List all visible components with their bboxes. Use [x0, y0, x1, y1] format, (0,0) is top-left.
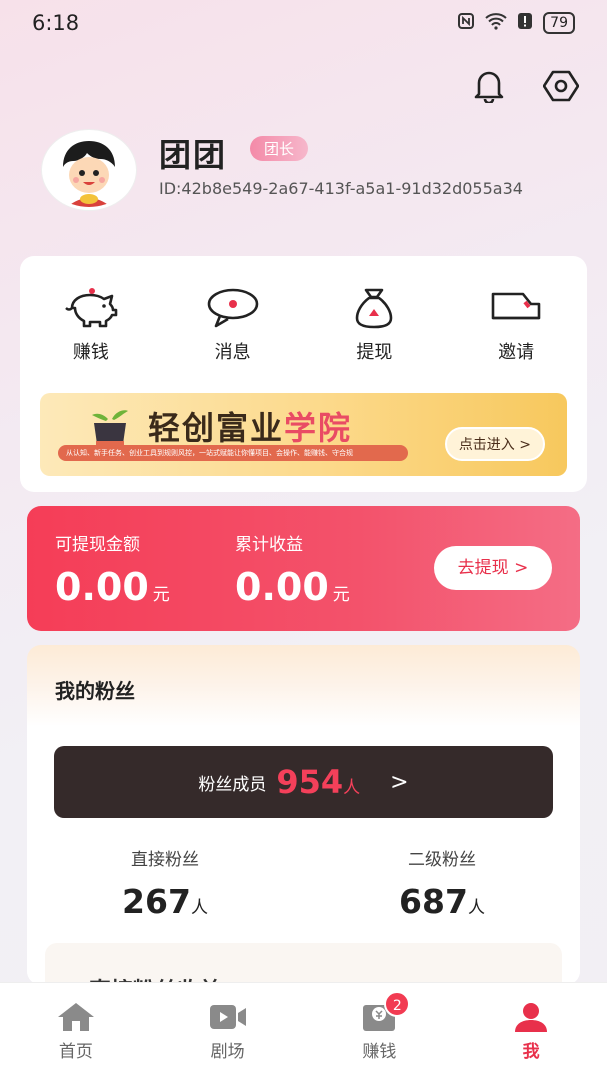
withdrawable-unit: 元: [152, 585, 170, 605]
direct-fans-earnings-card[interactable]: 直接粉丝收益: [45, 943, 562, 985]
direct-fans-unit: 人: [190, 898, 208, 918]
second-fans-value: 687: [399, 882, 468, 921]
fans-content: 粉丝成员 954人 > 直接粉丝 267人 二级粉丝 687人 直接粉丝收益: [27, 725, 580, 985]
status-time: 6:18: [32, 11, 80, 35]
second-fans-unit: 人: [467, 898, 485, 918]
home-icon: [21, 1001, 131, 1033]
members-label: 粉丝成员: [198, 774, 267, 795]
banner-title: 轻创富业学院: [148, 403, 352, 449]
menu-item-withdraw[interactable]: 提现: [319, 286, 429, 364]
bell-icon[interactable]: [471, 68, 507, 104]
status-icons: 79: [457, 12, 575, 34]
bottom-tab-bar: 首页 剧场 2 赚钱 我: [0, 982, 607, 1080]
members-count: 954: [276, 763, 344, 801]
quick-menu-card: 赚钱 消息 提现 邀请 轻创富业学院 从认知、新手任务、创业工具到规则风控，一站…: [20, 256, 587, 492]
menu-item-messages[interactable]: 消息: [178, 286, 288, 364]
earnings-card: 可提现金额 0.00 元 累计收益 0.00 元 去提现 >: [27, 506, 580, 631]
withdrawable-label: 可提现金额: [55, 535, 140, 555]
direct-fans-stat[interactable]: 直接粉丝 267人: [65, 845, 265, 921]
fans-title: 我的粉丝: [55, 679, 135, 703]
second-fans-stat[interactable]: 二级粉丝 687人: [342, 845, 542, 921]
cumulative-block: 累计收益 0.00 元: [235, 530, 350, 609]
username: 团团: [159, 136, 228, 174]
menu-item-invite-label: 邀请: [498, 342, 535, 363]
quick-menu-row: 赚钱 消息 提现 邀请: [20, 256, 587, 364]
menu-item-earn[interactable]: 赚钱: [36, 286, 146, 364]
tab-home-label: 首页: [58, 1042, 93, 1062]
banner-title-main: 轻创富业: [148, 409, 285, 447]
settings-icon[interactable]: [543, 68, 579, 104]
banner-subtitle: 从认知、新手任务、创业工具到规则风控，一站式赋能让你懂项目、会操作、能赚钱、守合…: [58, 445, 408, 461]
alert-icon: [517, 12, 533, 34]
cumulative-unit: 元: [332, 585, 350, 605]
message-icon: [178, 286, 288, 330]
second-fans-label: 二级粉丝: [408, 850, 476, 870]
tab-theater[interactable]: 剧场: [173, 1001, 283, 1080]
chevron-right-icon: >: [390, 769, 409, 795]
withdrawable-block: 可提现金额 0.00 元: [55, 530, 170, 609]
academy-banner[interactable]: 轻创富业学院 从认知、新手任务、创业工具到规则风控，一站式赋能让你懂项目、会操作…: [40, 393, 567, 476]
menu-item-withdraw-label: 提现: [356, 342, 393, 363]
withdraw-button[interactable]: 去提现 >: [434, 546, 552, 590]
menu-item-earn-label: 赚钱: [72, 342, 109, 363]
user-id: ID:42b8e549-2a67-413f-a5a1-91d32d055a34: [159, 179, 523, 198]
envelope-yuan-icon: [324, 1001, 434, 1033]
banner-title-accent: 学院: [284, 409, 353, 447]
direct-fans-value: 267: [122, 882, 191, 921]
tab-earn-label: 赚钱: [362, 1042, 397, 1062]
avatar[interactable]: [42, 130, 136, 210]
cumulative-label: 累计收益: [235, 535, 303, 555]
menu-item-invite[interactable]: 邀请: [461, 286, 571, 364]
battery-indicator: 79: [543, 12, 575, 34]
piggy-bank-icon: [36, 286, 146, 330]
tab-home[interactable]: 首页: [21, 1001, 131, 1080]
status-bar: 6:18 79: [0, 0, 607, 46]
video-icon: [173, 1001, 283, 1033]
person-icon: [476, 1001, 586, 1033]
menu-item-messages-label: 消息: [214, 342, 251, 363]
members-unit: 人: [343, 778, 361, 798]
tab-theater-label: 剧场: [210, 1042, 245, 1062]
tab-me-label: 我: [522, 1042, 540, 1062]
nfc-icon: [457, 12, 475, 34]
role-badge: 团长: [250, 136, 309, 161]
wifi-icon: [485, 12, 507, 34]
cumulative-value: 0.00: [235, 565, 329, 609]
fan-members-button[interactable]: 粉丝成员 954人 >: [54, 746, 553, 818]
direct-fans-label: 直接粉丝: [131, 850, 199, 870]
tab-earn[interactable]: 2 赚钱: [324, 991, 434, 1080]
fans-card: 我的粉丝 粉丝成员 954人 > 直接粉丝 267人 二级粉丝 687人 直接粉…: [27, 645, 580, 985]
banner-enter-button[interactable]: 点击进入 >: [444, 427, 545, 461]
tab-me[interactable]: 我: [476, 1001, 586, 1080]
withdrawable-value: 0.00: [55, 565, 149, 609]
profile-header: 团团 团长 ID:42b8e549-2a67-413f-a5a1-91d32d0…: [42, 130, 582, 220]
top-actions: [471, 68, 579, 104]
money-bag-icon: [319, 286, 429, 330]
truck-icon: [461, 286, 571, 330]
